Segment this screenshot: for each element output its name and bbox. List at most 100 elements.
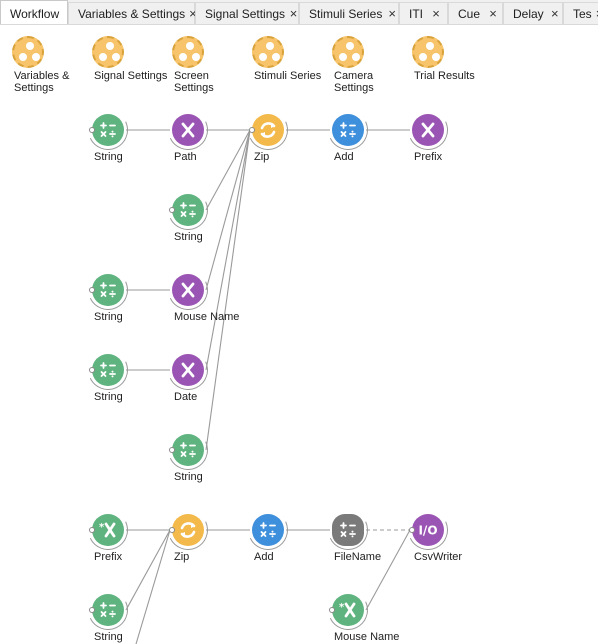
input-port[interactable] xyxy=(169,447,175,453)
tab-stimuli-series[interactable]: Stimuli Series × xyxy=(299,2,399,24)
node-label-prefix2: Prefix xyxy=(94,551,123,563)
group-dot xyxy=(352,53,360,61)
input-port[interactable] xyxy=(89,527,95,533)
x-property-icon: * xyxy=(98,521,118,539)
node-prefix1[interactable] xyxy=(412,114,444,146)
workflow-edges xyxy=(125,129,411,644)
node-label-zip1: Zip xyxy=(254,151,270,163)
io-icon: I/O xyxy=(417,522,439,538)
edge-mouse2-to-csv xyxy=(365,529,411,611)
node-zip1[interactable] xyxy=(252,114,284,146)
group-workflow-icon[interactable] xyxy=(252,36,284,68)
node-filename[interactable] xyxy=(332,514,364,546)
node-label-s6: String xyxy=(94,631,123,643)
tab-cue[interactable]: Cue × xyxy=(448,2,503,24)
x-property-icon xyxy=(178,361,198,379)
input-port[interactable] xyxy=(329,607,335,613)
input-port[interactable] xyxy=(89,367,95,373)
close-icon[interactable]: × xyxy=(427,7,445,21)
node-s6[interactable] xyxy=(92,594,124,626)
x-property-icon: * xyxy=(338,601,358,619)
gear-calculator-icon xyxy=(339,521,357,539)
node-label-filename: FileName xyxy=(334,551,382,563)
group-dot xyxy=(426,42,434,50)
node-s2[interactable] xyxy=(172,194,204,226)
node-path[interactable] xyxy=(172,114,204,146)
group-label-scr: Screen Settings xyxy=(174,70,214,94)
tab-signal-settings[interactable]: Signal Settings × xyxy=(195,2,299,24)
edge-date-to-zip1 xyxy=(205,129,251,371)
group-dot xyxy=(112,53,120,61)
tab-variables-settings[interactable]: Variables & Settings × xyxy=(68,2,197,24)
group-workflow-icon[interactable] xyxy=(172,36,204,68)
node-label-mouse: Mouse Name xyxy=(174,311,240,323)
node-zip2[interactable] xyxy=(172,514,204,546)
input-port[interactable] xyxy=(409,527,415,533)
tab-label: ITI xyxy=(409,7,423,21)
calculator-icon xyxy=(259,521,277,539)
node-label-s1: String xyxy=(94,151,123,163)
zip-icon xyxy=(177,519,199,541)
x-property-icon xyxy=(178,121,198,139)
group-workflow-icon[interactable] xyxy=(92,36,124,68)
tab-label: Delay xyxy=(513,7,544,21)
node-label-prefix1: Prefix xyxy=(414,151,443,163)
group-dot xyxy=(186,42,194,50)
tab-label: Tes xyxy=(573,7,592,21)
node-prefix2[interactable]: * xyxy=(92,514,124,546)
svg-text:I/O: I/O xyxy=(418,524,437,538)
group-dot xyxy=(272,53,280,61)
node-s3[interactable] xyxy=(92,274,124,306)
group-workflow-icon[interactable] xyxy=(12,36,44,68)
tab-workflow[interactable]: Workflow xyxy=(0,0,68,24)
group-dot xyxy=(346,42,354,50)
node-s4[interactable] xyxy=(92,354,124,386)
tab-tes[interactable]: Tes× xyxy=(563,2,598,24)
tab-label: Stimuli Series xyxy=(309,7,383,21)
close-icon[interactable]: × xyxy=(484,7,502,21)
group-label-var: Variables & Settings xyxy=(14,70,70,94)
group-workflow-icon[interactable] xyxy=(332,36,364,68)
group-dot xyxy=(19,53,27,61)
tab-label: Signal Settings xyxy=(205,7,286,21)
edge-s2-to-zip1 xyxy=(205,129,251,211)
input-port[interactable] xyxy=(89,287,95,293)
input-port[interactable] xyxy=(89,127,95,133)
node-s5[interactable] xyxy=(172,434,204,466)
node-mouse2[interactable]: * xyxy=(332,594,364,626)
group-dot xyxy=(26,42,34,50)
group-dot xyxy=(419,53,427,61)
node-add1[interactable] xyxy=(332,114,364,146)
node-mouse[interactable] xyxy=(172,274,204,306)
node-s1[interactable] xyxy=(92,114,124,146)
group-dot xyxy=(339,53,347,61)
close-icon[interactable]: × xyxy=(386,7,398,21)
tab-label: Workflow xyxy=(10,6,60,21)
calculator-icon xyxy=(99,121,117,139)
node-add2[interactable] xyxy=(252,514,284,546)
group-label-sig: Signal Settings xyxy=(94,70,168,82)
input-port[interactable] xyxy=(169,527,175,533)
svg-text:*: * xyxy=(99,522,105,533)
tab-iti[interactable]: ITI × xyxy=(399,2,448,24)
input-port[interactable] xyxy=(169,207,175,213)
input-port[interactable] xyxy=(89,607,95,613)
group-workflow-icon[interactable] xyxy=(412,36,444,68)
node-label-path: Path xyxy=(174,151,197,163)
edge-s5-to-zip1 xyxy=(205,129,251,451)
workflow-canvas[interactable]: Variables & Settings Signal Settings Scree… xyxy=(0,26,598,644)
node-csv[interactable]: I/O xyxy=(412,514,444,546)
tab-delay[interactable]: Delay × xyxy=(503,2,563,24)
edge-s6-to-zip2 xyxy=(125,529,171,611)
calculator-icon xyxy=(99,361,117,379)
calculator-icon xyxy=(99,281,117,299)
group-dot xyxy=(259,53,267,61)
input-port[interactable] xyxy=(249,127,255,133)
close-icon[interactable]: × xyxy=(289,7,298,21)
document-tab-strip: Workflow Variables & Settings × Signal Sett… xyxy=(0,0,598,25)
group-dot xyxy=(32,53,40,61)
group-dot xyxy=(192,53,200,61)
close-icon[interactable]: × xyxy=(548,7,562,21)
node-date[interactable] xyxy=(172,354,204,386)
node-label-zip2: Zip xyxy=(174,551,190,563)
